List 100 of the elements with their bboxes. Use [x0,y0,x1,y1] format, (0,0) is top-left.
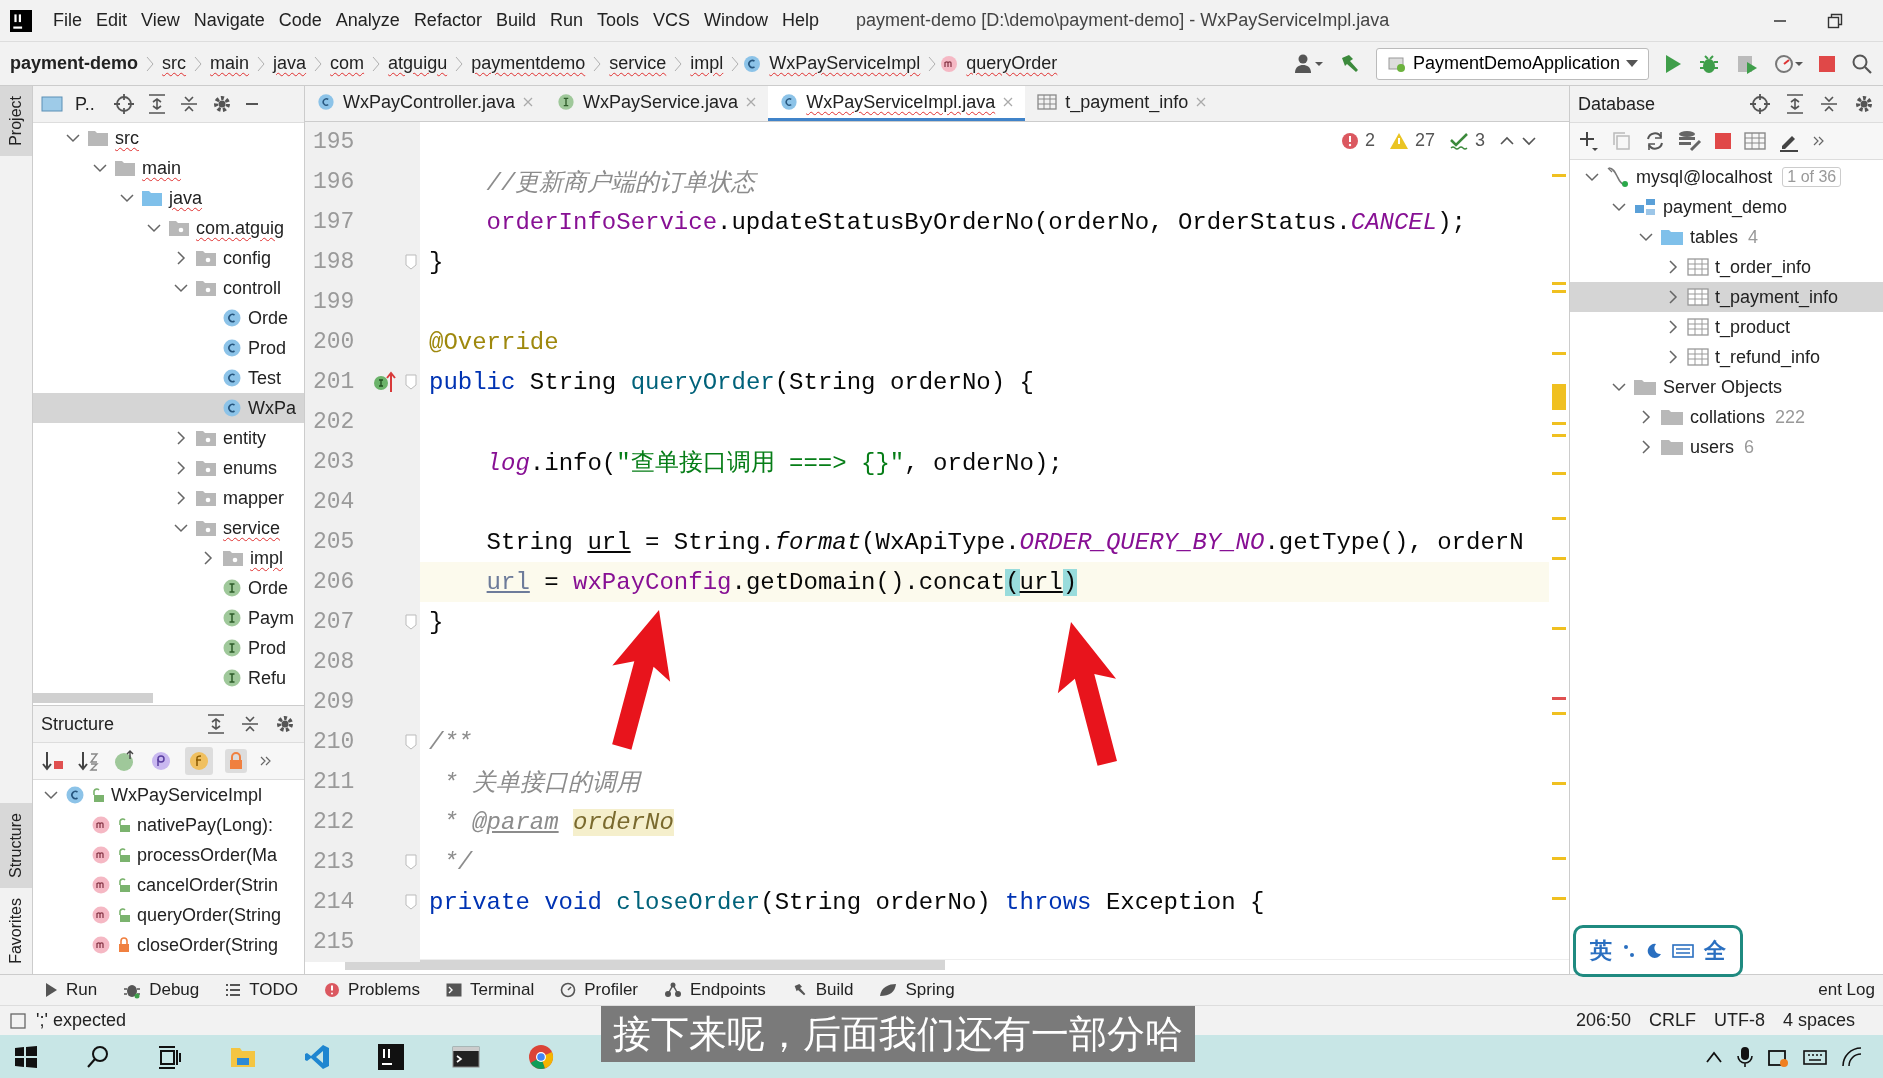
view-dropdown[interactable]: P.. [75,93,95,115]
punctuation-icon[interactable] [1622,943,1636,959]
structure-item-label[interactable]: cancelOrder(Strin [137,874,279,896]
scrollbar-thumb[interactable] [345,960,945,970]
properties-icon[interactable] [149,749,173,773]
breadcrumb[interactable]: com [322,53,373,74]
menu-item[interactable]: Window [697,10,776,31]
menu-item[interactable]: Run [542,10,590,31]
sort-by-visibility-icon[interactable] [41,750,65,772]
tree-item-label[interactable]: t_payment_info [1715,286,1839,308]
code-editor-icon[interactable] [304,1043,330,1070]
tree-item-label[interactable]: main [142,157,181,179]
tool-window-button[interactable]: Endpoints [664,980,766,1000]
typo-count[interactable]: 3 [1475,130,1485,151]
console-icon[interactable] [452,1044,480,1069]
user-icon[interactable] [1293,52,1324,75]
tree-item-label[interactable]: tables [1690,226,1739,248]
more-icon[interactable] [259,754,273,768]
scrollbar-thumb[interactable] [33,693,153,703]
check-icon[interactable] [1449,131,1469,150]
settings-icon[interactable] [1853,93,1875,115]
tree-item-label[interactable]: java [169,187,203,209]
status-item[interactable]: 206:50 [1575,1010,1631,1031]
tool-window-button[interactable]: Build [791,980,854,1000]
breadcrumb[interactable]: impl [682,53,732,74]
menu-item[interactable]: VCS [646,10,697,31]
moon-icon[interactable] [1646,943,1662,959]
menu-item[interactable]: Refactor [406,10,489,31]
expand-all-icon[interactable] [206,713,226,735]
status-item[interactable]: CRLF [1648,1010,1696,1031]
tree-item-label[interactable]: Prod [248,637,287,659]
restore-icon[interactable] [1827,12,1843,29]
tree-item-label[interactable]: WxPa [248,397,296,419]
tool-window-button[interactable]: Problems [324,980,420,1000]
tool-window-button[interactable]: Spring [879,980,955,1000]
panel-toggle-icon[interactable] [10,1012,26,1029]
breadcrumb[interactable]: payment-demo [10,53,147,74]
menu-item[interactable]: Help [775,10,827,31]
tool-window-button[interactable]: ent Log [1818,980,1883,1000]
run-configuration-dropdown[interactable]: PaymentDemoApplication [1375,47,1649,80]
tree-item-label[interactable]: service [223,517,280,539]
fields-toggle[interactable] [185,747,213,775]
editor-tab[interactable]: WxPayService.java [545,86,769,121]
editor-tab[interactable]: WxPayServiceImpl.java [768,86,1026,121]
tool-window-button[interactable]: Terminal [445,980,535,1000]
breadcrumb[interactable]: service [601,53,675,74]
tool-window-button[interactable]: TODO [225,980,299,1000]
implements-marker-icon[interactable] [373,370,397,394]
tool-window-button[interactable]: Debug [123,980,200,1000]
locate-icon[interactable] [1749,93,1771,115]
tree-item-label[interactable]: t_product [1715,316,1791,338]
tree-item-label[interactable]: impl [250,547,283,569]
refresh-icon[interactable] [1644,130,1666,152]
table-icon[interactable] [1744,132,1766,150]
tree-row-highlight[interactable]: t_payment_info [1570,282,1883,312]
tree-item-label[interactable]: Refu [248,667,287,689]
tree-item-label[interactable]: payment_demo [1663,196,1788,218]
non-public-toggle[interactable] [225,749,247,773]
tree-item-label[interactable]: t_refund_info [1715,346,1821,368]
locate-icon[interactable] [112,93,135,115]
breadcrumb[interactable]: queryOrder [958,53,1066,74]
status-item[interactable]: 4 spaces [1782,1010,1855,1031]
menu-item[interactable]: Code [271,10,329,31]
tree-item-label[interactable]: src [115,127,139,149]
tree-item-label[interactable]: Orde [248,307,289,329]
structure-item-label[interactable]: closeOrder(String [137,934,279,956]
more-icon[interactable] [1812,134,1826,148]
menu-item[interactable]: Build [488,10,543,31]
breadcrumb[interactable]: main [202,53,258,74]
tree-item-label[interactable]: mapper [223,487,285,509]
full-width-indicator[interactable]: 全 [1704,936,1726,966]
menu-item[interactable]: Tools [589,10,646,31]
microphone-icon[interactable] [1737,1044,1753,1069]
browser-icon[interactable] [528,1043,554,1070]
structure-item-label[interactable]: processOrder(Ma [137,844,278,866]
settings-icon[interactable] [274,713,296,735]
menu-item[interactable]: Navigate [186,10,272,31]
tree-item-label[interactable]: users [1690,436,1734,458]
task-view-icon[interactable] [158,1044,182,1069]
chevron-up-icon[interactable] [1499,134,1515,147]
editor-tab[interactable]: t_payment_info [1025,86,1219,121]
windows-start-icon[interactable] [14,1044,38,1069]
structure-item-label[interactable]: queryOrder(String [137,904,282,926]
add-icon[interactable] [1578,130,1600,152]
stop-icon[interactable] [1817,53,1837,74]
tree-item-label[interactable]: mysql@localhost [1636,166,1773,188]
stop-icon[interactable] [1714,132,1732,150]
tree-item-label[interactable]: entity [223,427,267,449]
expand-all-icon[interactable] [1785,93,1805,115]
tool-window-button[interactable]: Profiler [560,980,639,1000]
database-tools-icon[interactable] [1678,130,1702,152]
breadcrumb[interactable]: java [265,53,315,74]
run-icon[interactable] [1663,52,1683,75]
sort-alphabetically-icon[interactable] [77,750,101,772]
menu-item[interactable]: File [46,10,89,31]
tool-window-button[interactable]: Run [44,980,98,1000]
tree-item-label[interactable]: config [223,247,272,269]
tree-item-label[interactable]: collations [1690,406,1766,428]
menu-item[interactable]: View [134,10,187,31]
ide-icon[interactable] [378,1043,404,1070]
